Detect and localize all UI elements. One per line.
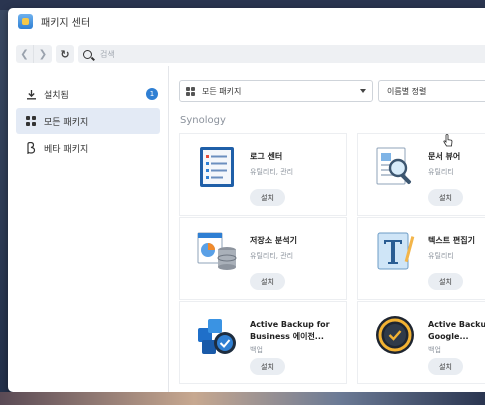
sidebar-item-label: 모든 패키지 [44,117,89,128]
package-name: 저장소 분석기 [250,236,297,245]
toolbar: ❮ ❯ ↻ [8,43,485,65]
chevron-right-icon: ❯ [38,48,48,60]
package-name-line2: Business 에이전... [250,332,324,341]
package-name-line1: Active Backup [428,320,485,329]
package-card-document-viewer[interactable]: 문서 뷰어 유틸리티 설치 [357,133,485,216]
storage-analyzer-icon [196,230,238,272]
package-category: 백업 [428,346,441,354]
package-name: 로그 센터 [250,152,283,161]
package-name: 문서 뷰어 [428,152,461,161]
package-category: 유틸리티 [428,252,454,260]
sidebar: 설치됨 1 모든 패키지 베타 패키지 [8,74,170,392]
sort-dropdown[interactable]: 이름별 정렬 [378,80,485,102]
sidebar-item-beta-packages[interactable]: 베타 패키지 [16,135,160,161]
package-card-active-backup-business[interactable]: Active Backup for Business 에이전... 백업 설치 [179,301,347,384]
search-input[interactable] [100,49,300,59]
refresh-icon: ↻ [60,47,70,61]
grid-icon [25,115,37,127]
install-button[interactable]: 설치 [250,189,285,206]
active-backup-google-icon [374,314,416,356]
installed-count-badge: 1 [146,88,158,100]
package-category: 백업 [250,346,263,354]
sidebar-item-label: 베타 패키지 [44,144,89,155]
section-title: Synology [180,115,226,126]
install-button[interactable]: 설치 [428,273,463,290]
package-card-storage-analyzer[interactable]: 저장소 분석기 유틸리티, 관리 설치 [179,217,347,300]
forward-button[interactable]: ❯ [34,45,52,63]
install-button[interactable]: 설치 [428,189,463,206]
active-backup-business-icon [196,314,238,356]
install-button[interactable]: 설치 [428,358,463,375]
package-name: Active Backup for Business 에이전... [250,319,348,343]
category-dropdown-value: 모든 패키지 [202,86,242,96]
package-center-window: 패키지 센터 ❮ ❯ ↻ 설치됨 1 모든 패키지 베타 [8,8,485,392]
package-category: 유틸리티 [428,168,454,176]
download-icon [25,88,37,100]
package-category: 유틸리티, 관리 [250,168,294,176]
chevron-left-icon: ❮ [20,48,29,60]
sidebar-item-all-packages[interactable]: 모든 패키지 [16,108,160,134]
package-category: 유틸리티, 관리 [250,252,294,260]
package-card-text-editor[interactable]: 텍스트 편집기 유틸리티 설치 [357,217,485,300]
hand-cursor-icon [443,133,453,147]
back-button[interactable]: ❮ [16,45,34,63]
package-name-line1: Active Backup for [250,320,330,329]
log-center-icon [196,146,238,188]
document-viewer-icon [374,146,416,188]
chevron-down-icon [360,89,366,93]
beta-icon [25,142,37,154]
package-card-active-backup-google[interactable]: Active Backup Google... 백업 설치 [357,301,485,384]
package-name-line2: Google... [428,332,469,341]
window-title: 패키지 센터 [41,18,91,29]
package-name: 텍스트 편집기 [428,236,475,245]
text-editor-icon [374,230,416,272]
search-icon [83,49,92,59]
package-name: Active Backup Google... [428,319,485,343]
sort-dropdown-value: 이름별 정렬 [387,86,427,96]
sidebar-item-installed[interactable]: 설치됨 1 [16,81,160,107]
search-bar[interactable] [78,45,485,63]
package-card-log-center[interactable]: 로그 센터 유틸리티, 관리 설치 [179,133,347,216]
package-list-panel: 모든 패키지 이름별 정렬 Synology 로그 센터 유틸리티, 관리 설치 [170,66,485,392]
install-button[interactable]: 설치 [250,358,285,375]
desktop-background-bottom [0,392,485,405]
package-center-app-icon [18,14,33,29]
category-dropdown[interactable]: 모든 패키지 [179,80,373,102]
refresh-button[interactable]: ↻ [56,45,74,63]
install-button[interactable]: 설치 [250,273,285,290]
sidebar-item-label: 설치됨 [44,90,69,101]
grid-icon [186,86,195,96]
title-bar: 패키지 센터 [8,8,485,35]
